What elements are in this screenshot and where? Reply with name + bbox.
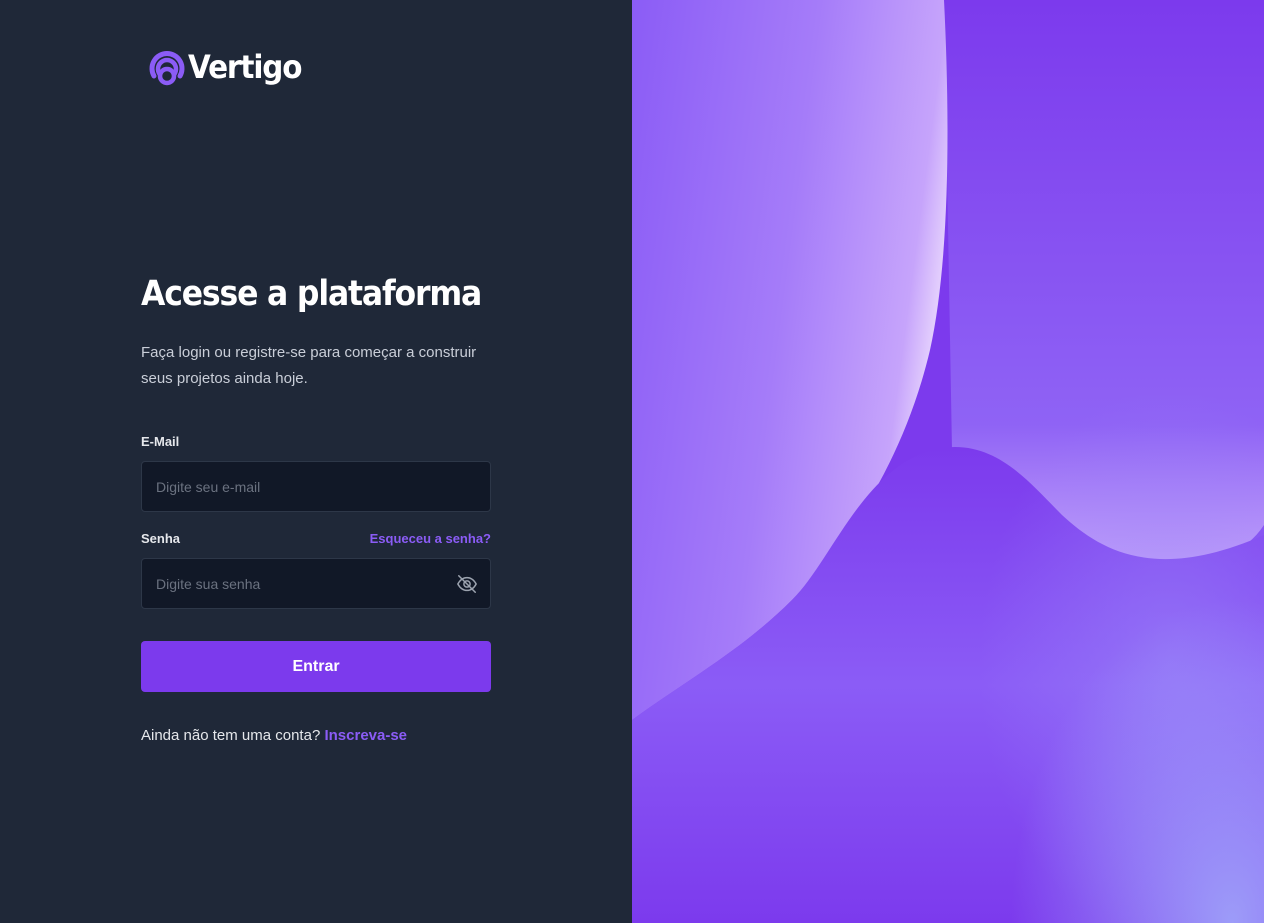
email-input[interactable] <box>142 462 490 511</box>
eye-off-icon[interactable] <box>456 573 478 595</box>
page-subtitle: Faça login ou registre-se para começar a… <box>141 344 477 387</box>
login-panel: Vertigo Acesse a plataforma Faça login o… <box>0 0 632 923</box>
login-button[interactable]: Entrar <box>141 641 491 692</box>
signup-link[interactable]: Inscreva-se <box>324 727 407 744</box>
password-input[interactable] <box>142 559 490 608</box>
page-title: Acesse a plataforma <box>141 274 482 314</box>
vertigo-signal-icon <box>149 51 185 86</box>
brand-name: Vertigo <box>188 48 303 86</box>
signup-row: Ainda não tem uma conta? Inscreva-se <box>141 727 407 744</box>
password-field-box <box>141 558 491 609</box>
signup-prompt: Ainda não tem uma conta? <box>141 727 321 744</box>
forgot-password-link[interactable]: Esqueceu a senha? <box>370 531 491 546</box>
brand-logo: Vertigo <box>148 46 311 88</box>
password-label: Senha <box>141 531 181 546</box>
email-label: E-Mail <box>141 434 180 449</box>
email-field-box <box>141 461 491 512</box>
hero-art-panel <box>632 0 1264 923</box>
login-page: Vertigo Acesse a plataforma Faça login o… <box>0 0 1264 923</box>
abstract-waves-illustration <box>632 0 1264 923</box>
